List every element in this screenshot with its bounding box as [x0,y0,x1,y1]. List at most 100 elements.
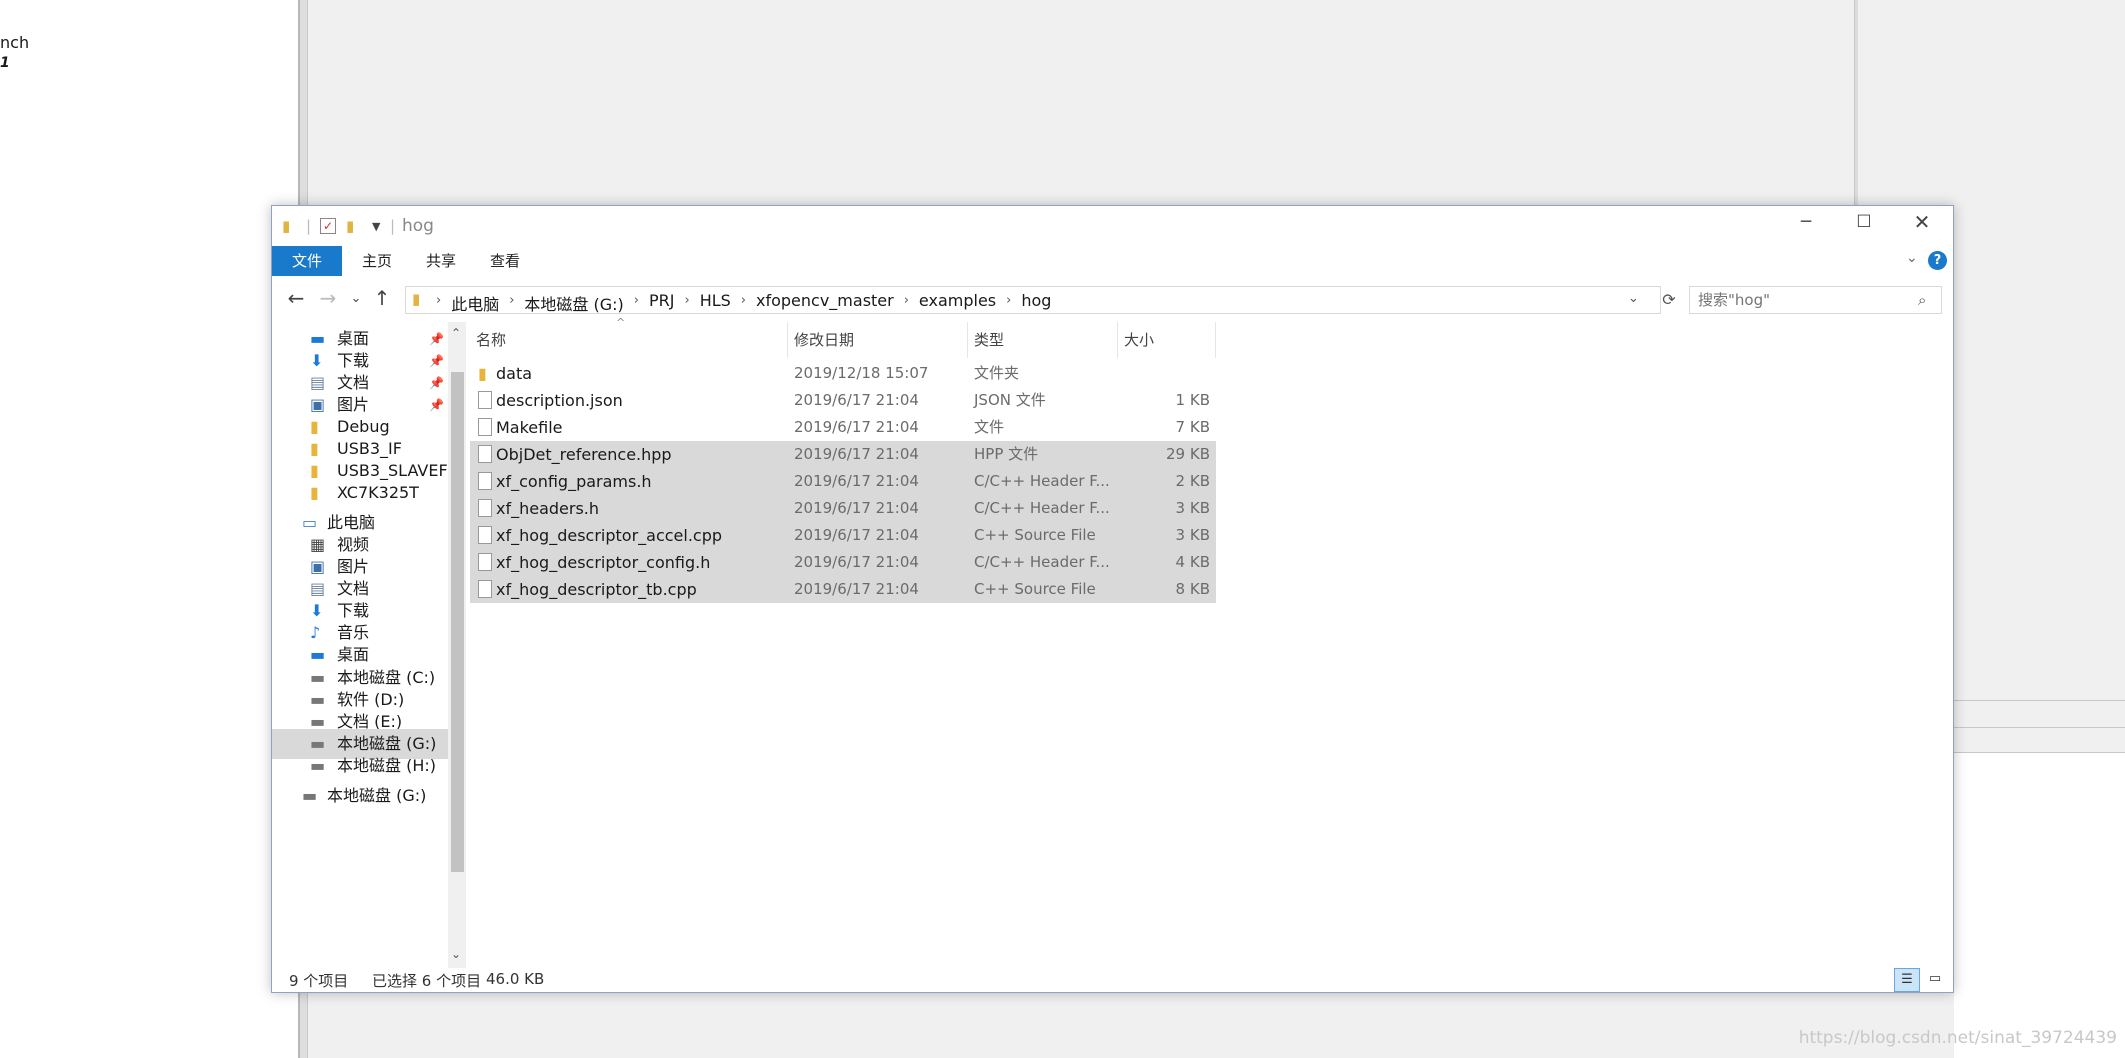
background-area [1954,753,2125,1058]
address-bar[interactable]: ▮ › 此电脑 › 本地磁盘 (G:) › PRJ › HLS › xfopencv_master… [405,286,1661,314]
file-date: 2019/6/17 21:04 [794,391,919,409]
file-name: xf_hog_descriptor_config.h [496,553,711,572]
breadcrumb-item[interactable]: examples [913,291,1002,315]
breadcrumb-item[interactable]: xfopencv_master [750,291,900,315]
sidebar-item[interactable]: ▬ 本地磁盘 (H:) [272,751,448,781]
file-list: ^ 名称 修改日期 类型 大小 ▮ data 2019/12/18 15:07 文件夹… [466,316,1953,968]
title-bar[interactable]: ▮ | ✓ ▮ ▼ | hog ─ ☐ ✕ [272,206,1953,246]
table-row[interactable]: xf_config_params.h 2019/6/17 21:04 C/C++ H… [470,468,1216,495]
up-button[interactable]: ↑ [368,286,396,310]
navigation-pane: ▬ 桌面 📌 ⬇ 下载 📌 ▤ 文档 📌 ▣ 图片 📌 ▮ Debug ▮ USB3_IF ▮ USB3_SLAV… [272,322,448,968]
search-icon[interactable]: ⌕ [1918,291,1926,309]
table-row[interactable]: xf_hog_descriptor_tb.cpp 2019/6/17 21:04 C… [470,576,1216,603]
scrollbar-thumb[interactable] [451,372,464,872]
maximize-button[interactable]: ☐ [1835,206,1893,240]
chevron-right-icon[interactable]: › [505,291,518,315]
forward-button[interactable]: → [314,286,342,310]
file-type: C/C++ Header F... [974,553,1110,571]
breadcrumb-item[interactable]: PRJ [643,291,680,315]
navigation-pane-scrollbar[interactable]: ⌃ ⌄ [448,322,466,968]
search-box[interactable]: ⌕ [1689,286,1942,314]
breadcrumb-item[interactable]: HLS [694,291,737,315]
file-size: 4 KB [1175,553,1210,571]
chevron-right-icon[interactable]: › [737,291,750,315]
breadcrumb-item[interactable]: 本地磁盘 (G:) [518,291,629,315]
file-explorer-window: ▮ | ✓ ▮ ▼ | hog ─ ☐ ✕ 文件 主页 共享 查看 ⌄ ? ← … [271,205,1954,993]
background-area [308,993,1954,1058]
chevron-up-icon[interactable]: ⌃ [451,326,461,340]
column-header-type[interactable]: 类型 [968,322,1118,358]
refresh-button[interactable]: ⟳ [1656,286,1682,314]
file-size: 7 KB [1175,418,1210,436]
file-icon [478,472,492,490]
search-input[interactable] [1698,291,1908,309]
file-date: 2019/6/17 21:04 [794,499,919,517]
help-icon[interactable]: ? [1928,251,1947,270]
large-icons-view-icon[interactable]: ▭ [1922,968,1948,992]
chevron-down-icon[interactable]: ⌄ [1906,250,1918,266]
file-size: 2 KB [1175,472,1210,490]
table-row[interactable]: xf_hog_descriptor_accel.cpp 2019/6/17 21:… [470,522,1216,549]
table-row[interactable]: xf_headers.h 2019/6/17 21:04 C/C++ Header … [470,495,1216,522]
sidebar-item[interactable]: ▬ 本地磁盘 (G:) [272,781,448,811]
properties-icon[interactable]: ✓ [320,218,336,234]
table-row[interactable]: ▮ data 2019/12/18 15:07 文件夹 [470,360,1216,387]
file-size: 29 KB [1166,445,1210,463]
background-divider [1954,700,2125,701]
close-button[interactable]: ✕ [1893,206,1951,240]
item-count: 9 个项目 [289,972,349,990]
background-divider [1954,727,2125,728]
file-type: C/C++ Header F... [974,472,1110,490]
file-date: 2019/6/17 21:04 [794,445,919,463]
tab-view[interactable]: 查看 [474,246,536,276]
table-row[interactable]: ObjDet_reference.hpp 2019/6/17 21:04 HPP 文… [470,441,1216,468]
background-window-left [0,0,298,1058]
separator: | [390,217,396,235]
breadcrumb-item[interactable]: 此电脑 [445,291,505,315]
chevron-right-icon[interactable]: › [432,291,445,315]
new-folder-icon[interactable]: ▮ [346,217,354,235]
column-header-size[interactable]: 大小 [1118,322,1216,358]
chevron-right-icon[interactable]: › [900,291,913,315]
sidebar-item[interactable]: ▮ XC7K325T [272,478,448,508]
table-row[interactable]: xf_hog_descriptor_config.h 2019/6/17 21:0… [470,549,1216,576]
chevron-down-icon[interactable]: ⌄ [451,947,461,961]
table-row[interactable]: Makefile 2019/6/17 21:04 文件 7 KB [470,414,1216,441]
back-button[interactable]: ← [282,286,310,310]
minimize-button[interactable]: ─ [1777,206,1835,240]
file-date: 2019/6/17 21:04 [794,472,919,490]
file-type: 文件夹 [974,364,1020,382]
file-icon [478,445,492,463]
folder-icon: ▮ [310,483,319,502]
drive-icon: ▬ [310,756,326,775]
navigation-bar: ← → ⌄ ↑ ▮ › 此电脑 › 本地磁盘 (G:) › PRJ › HLS › xfopenc… [272,278,1953,322]
tab-file[interactable]: 文件 [272,246,342,276]
breadcrumb-item[interactable]: hog [1015,291,1057,315]
file-name: xf_config_params.h [496,472,652,491]
customize-toolbar-icon[interactable]: ▼ [372,220,380,233]
sidebar-item-label: XC7K325T [337,483,419,502]
folder-icon: ▮ [282,217,291,235]
file-icon [478,580,492,598]
file-size: 3 KB [1175,499,1210,517]
details-view-icon[interactable]: ☰ [1894,968,1920,992]
file-icon [478,418,492,436]
tab-share[interactable]: 共享 [410,246,472,276]
file-type: 文件 [974,418,1005,436]
separator: | [306,217,312,235]
file-type: C++ Source File [974,580,1096,598]
sidebar-item-label: 本地磁盘 (G:) [327,786,427,805]
recent-locations-button[interactable]: ⌄ [342,291,370,306]
chevron-right-icon[interactable]: › [680,291,693,315]
table-row[interactable]: description.json 2019/6/17 21:04 JSON 文件 1 … [470,387,1216,414]
folder-icon: ▮ [412,290,421,308]
chevron-right-icon[interactable]: › [630,291,643,315]
chevron-down-icon[interactable]: ⌄ [1628,291,1639,306]
column-header-name[interactable]: 名称 [466,322,788,358]
file-name: xf_hog_descriptor_accel.cpp [496,526,723,545]
tab-home[interactable]: 主页 [346,246,408,276]
file-type: HPP 文件 [974,445,1039,463]
file-icon [478,391,492,409]
chevron-right-icon[interactable]: › [1002,291,1015,315]
column-header-date[interactable]: 修改日期 [788,322,968,358]
